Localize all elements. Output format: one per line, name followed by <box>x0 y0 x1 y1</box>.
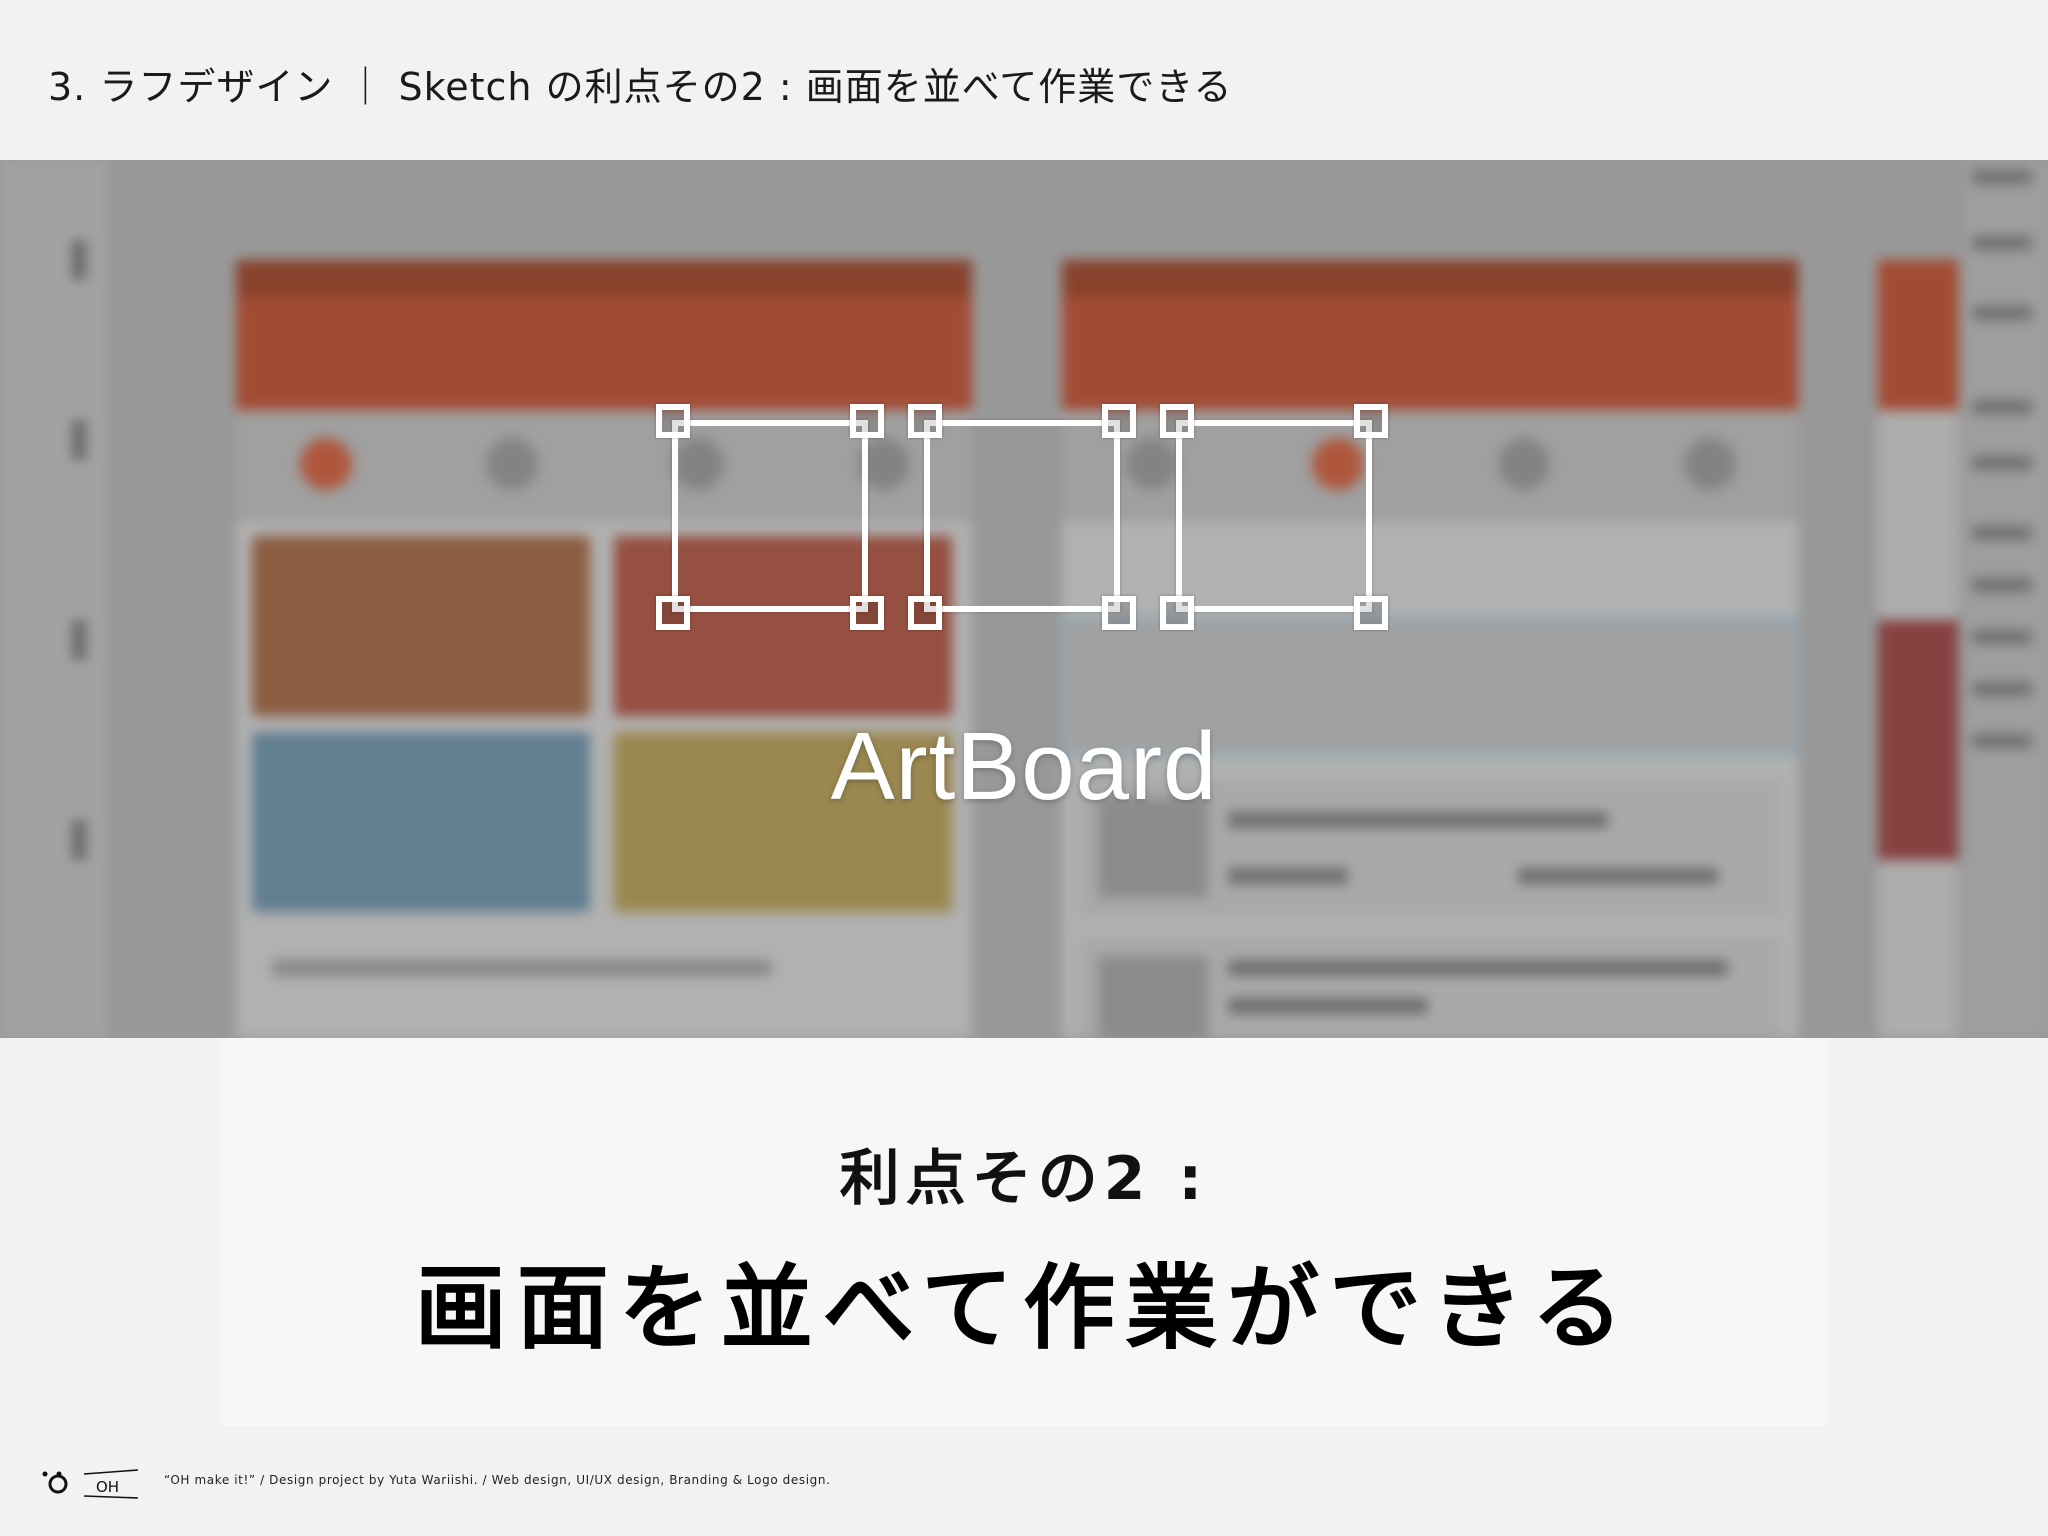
logo-text: OH <box>96 1478 119 1496</box>
caption-box: 利点その2 : 画面を並べて作業ができる <box>220 1038 1828 1426</box>
artboard-handle <box>1160 404 1194 438</box>
artboard-handle <box>908 404 942 438</box>
artboard-handle <box>908 596 942 630</box>
artboard-handle <box>850 596 884 630</box>
artboard-handle <box>1160 596 1194 630</box>
artboard-frame <box>1176 420 1372 612</box>
caption-headline: 画面を並べて作業ができる <box>414 1255 1634 1362</box>
caption-subtitle: 利点その2 : <box>839 1144 1209 1214</box>
oh-logo-icon: OH <box>42 1469 139 1499</box>
artboard-handle <box>1354 404 1388 438</box>
artboard-handle <box>656 596 690 630</box>
artboard-frame <box>924 420 1120 612</box>
slide-title: 3. ラフデザイン ｜ Sketch の利点その2 : 画面を並べて作業できる <box>48 65 1233 109</box>
slide-header: 3. ラフデザイン ｜ Sketch の利点その2 : 画面を並べて作業できる <box>0 0 2048 160</box>
footer-credit: “OH make it!” / Design project by Yuta W… <box>164 1473 831 1487</box>
artboard-handle <box>1102 596 1136 630</box>
artboard-label: ArtBoard <box>830 713 1218 820</box>
artboard-icon-group <box>652 400 1396 636</box>
artboard-handle <box>1102 404 1136 438</box>
artboard-handle <box>1354 596 1388 630</box>
slide-footer: OH “OH make it!” / Design project by Yut… <box>0 1426 2048 1536</box>
artboard-frame <box>672 420 868 612</box>
artboard-handle <box>656 404 690 438</box>
artboard-handle <box>850 404 884 438</box>
